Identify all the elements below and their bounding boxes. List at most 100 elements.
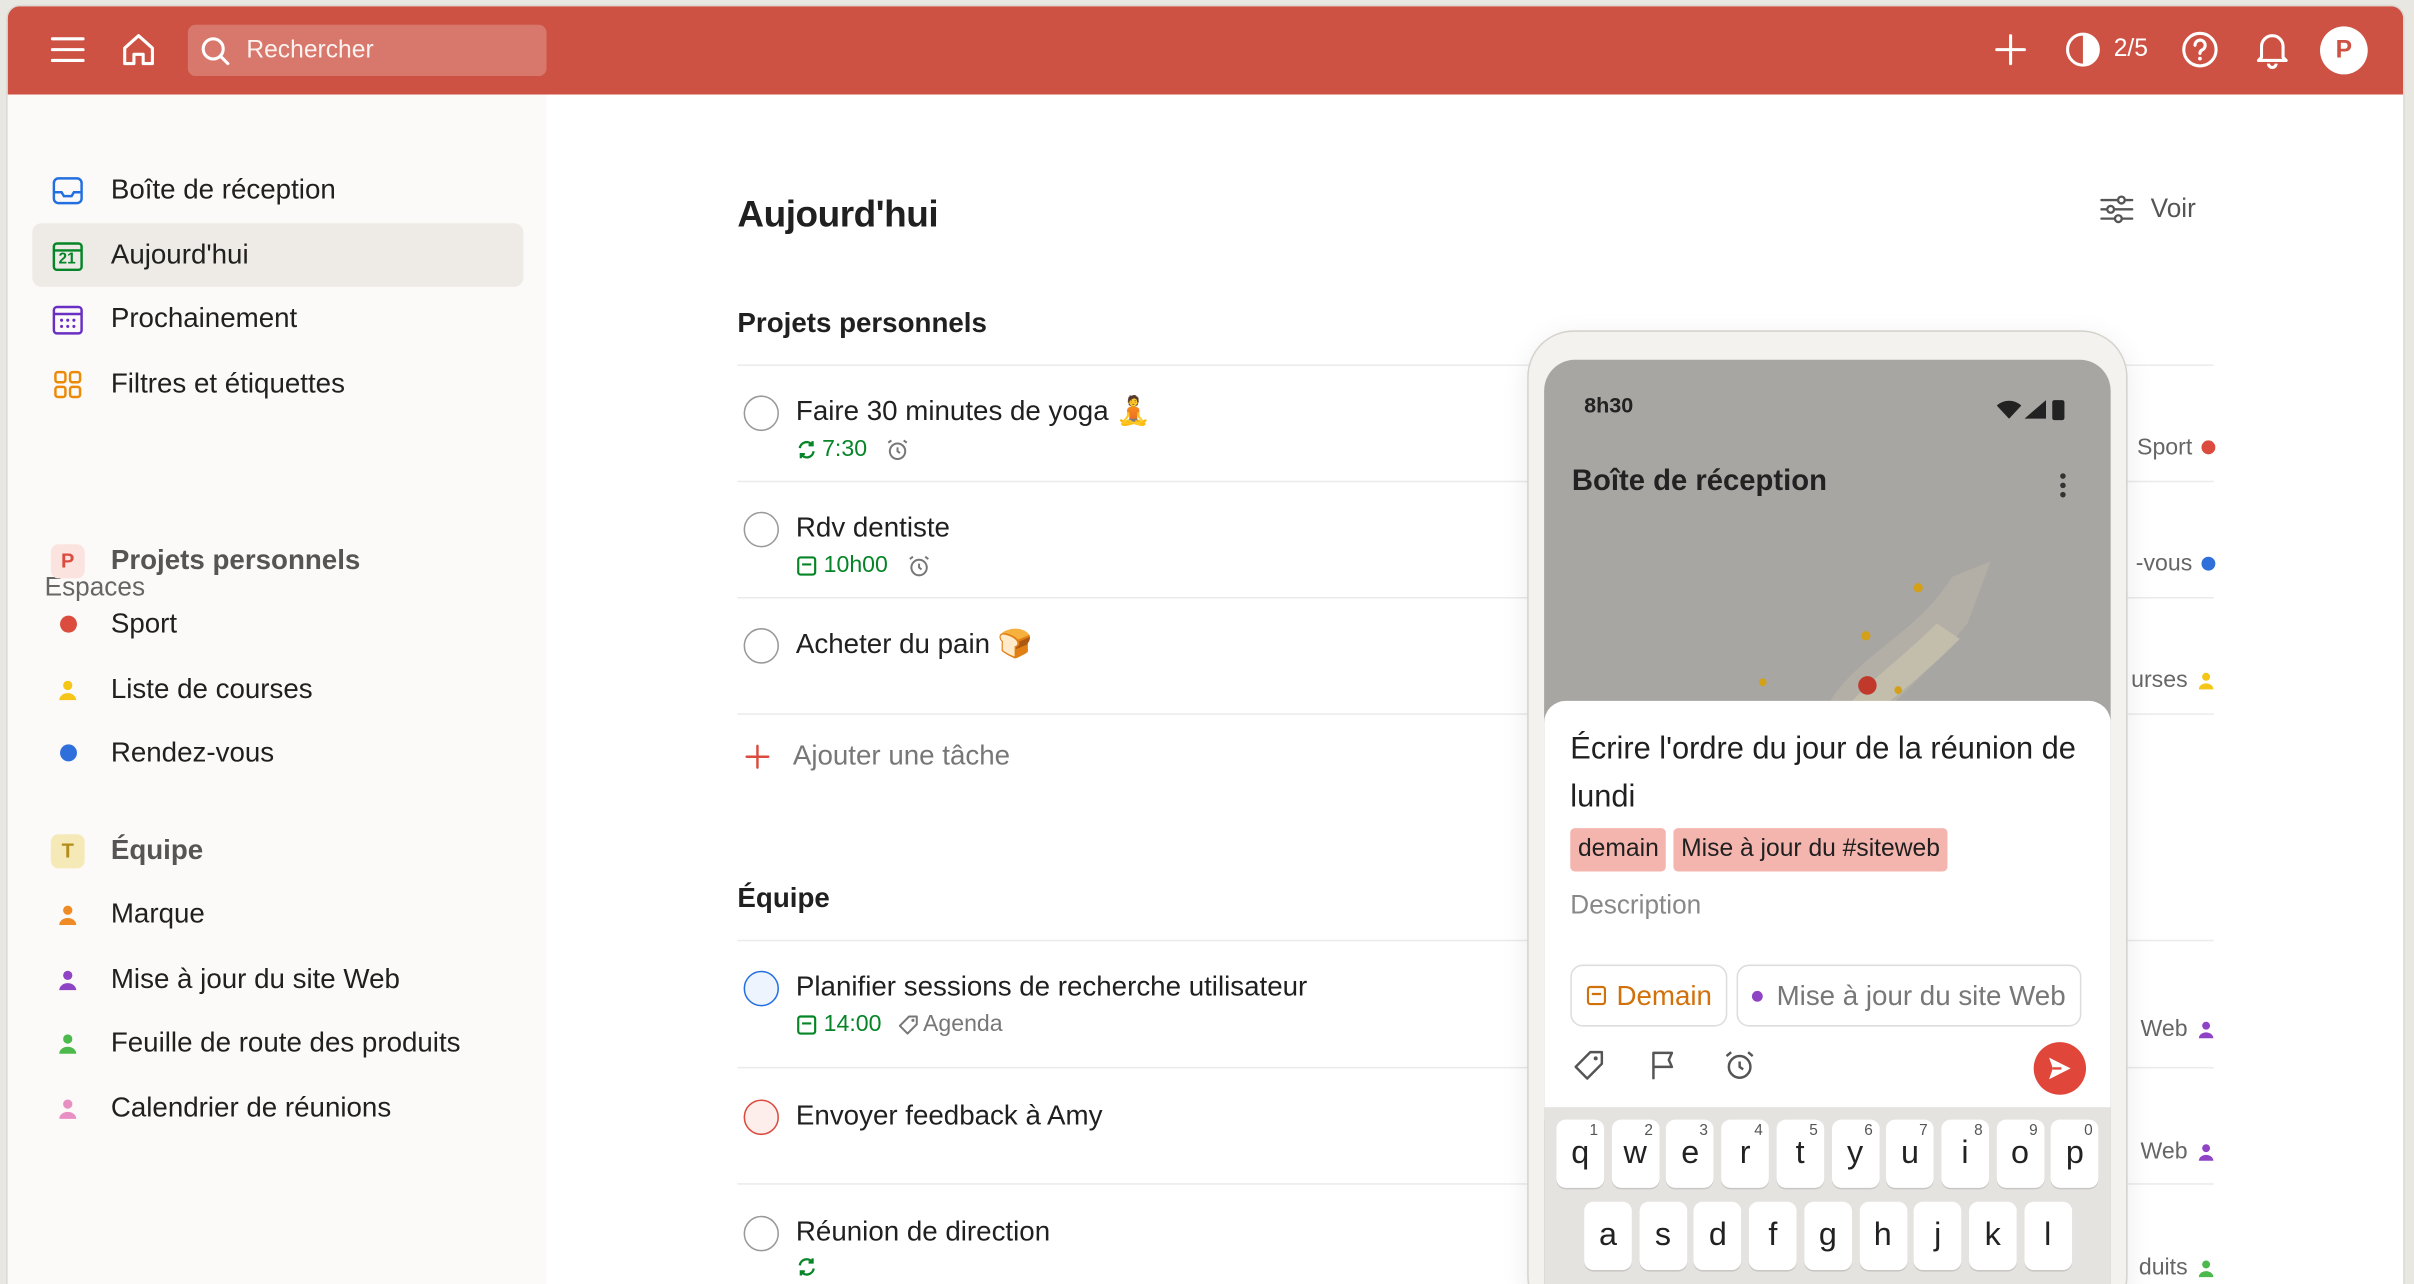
keyboard-key[interactable]: d: [1694, 1201, 1742, 1271]
calendar-icon: [1586, 985, 1607, 1006]
search-placeholder: Rechercher: [246, 36, 374, 63]
date-pill-label: Demain: [1616, 979, 1712, 1011]
sidebar-project-shopping[interactable]: Liste de courses: [32, 657, 523, 721]
key-number-hint: 3: [1699, 1122, 1708, 1140]
task-title: Rdv dentiste: [795, 511, 950, 543]
keyboard-key[interactable]: y6: [1831, 1119, 1879, 1188]
search-input[interactable]: Rechercher: [187, 24, 547, 76]
key-number-hint: 9: [2029, 1122, 2038, 1140]
home-icon[interactable]: [115, 26, 161, 73]
sidebar-project-brand[interactable]: Marque: [32, 882, 523, 946]
sidebar-item-label: Filtres et étiquettes: [110, 367, 345, 399]
keyboard-key[interactable]: i8: [1941, 1119, 1989, 1188]
sidebar-item-filters[interactable]: Filtres et étiquettes: [32, 352, 523, 416]
top-bar: Rechercher 2/5 P: [7, 6, 2404, 95]
description-field[interactable]: Description: [1570, 890, 1701, 921]
task-checkbox[interactable]: [743, 970, 779, 1007]
keyboard-key[interactable]: p0: [2051, 1119, 2099, 1188]
task-title: Réunion de direction: [795, 1215, 1051, 1247]
wifi-icon: [1996, 400, 2022, 419]
task-checkbox[interactable]: [743, 1215, 779, 1252]
filters-icon: [51, 367, 85, 401]
sidebar-project-sport[interactable]: Sport: [32, 592, 523, 656]
task-title: Faire 30 minutes de yoga 🧘: [795, 395, 1151, 427]
send-icon: [2049, 1057, 2071, 1080]
status-time: 8h30: [1584, 392, 1634, 418]
notifications-icon[interactable]: [2249, 26, 2295, 73]
sidebar-project-roadmap[interactable]: Feuille de route des produits: [32, 1011, 523, 1075]
sidebar-item-upcoming[interactable]: Prochainement: [32, 287, 523, 351]
task-time: 14:00: [823, 1011, 882, 1038]
flag-icon[interactable]: [1644, 1045, 1684, 1085]
task-meta: 10h00: [796, 552, 931, 578]
more-vertical-icon[interactable]: [2058, 471, 2067, 499]
keyboard-key[interactable]: w2: [1611, 1119, 1660, 1188]
task-checkbox[interactable]: [743, 628, 779, 664]
date-chip[interactable]: demain: [1570, 828, 1667, 872]
keyboard-key[interactable]: l: [2023, 1201, 2072, 1271]
key-number-hint: 1: [1589, 1122, 1599, 1140]
project-pill[interactable]: Mise à jour du site Web: [1736, 964, 2082, 1027]
task-checkbox[interactable]: [743, 395, 779, 432]
app-window: Rechercher 2/5 P Boîte de réception 21 A…: [7, 6, 2404, 1284]
keyboard-key[interactable]: q1: [1556, 1119, 1605, 1188]
send-button[interactable]: [2033, 1042, 2087, 1095]
sidebar-project-appointments[interactable]: Rendez-vous: [32, 721, 523, 785]
project-chip[interactable]: Mise à jour du #siteweb: [1673, 828, 1948, 872]
sidebar-project-website[interactable]: Mise à jour du site Web: [32, 947, 523, 1011]
sidebar-space-team[interactable]: T Équipe: [32, 819, 523, 883]
sidebar-item-label: Équipe: [110, 834, 204, 866]
task-title: Envoyer feedback à Amy: [795, 1099, 1103, 1131]
help-icon[interactable]: [2177, 26, 2223, 73]
keyboard-key[interactable]: s: [1639, 1201, 1687, 1271]
label-icon[interactable]: [1569, 1045, 1609, 1085]
keyboard-key[interactable]: k: [1968, 1201, 2017, 1271]
calendar-today-icon: 21: [51, 238, 85, 272]
task-meta: [796, 1256, 818, 1278]
date-pill[interactable]: Demain: [1570, 964, 1728, 1027]
keyboard-key[interactable]: o9: [1996, 1119, 2044, 1188]
task-project-label: duits: [2123, 1255, 2215, 1281]
keyboard-key[interactable]: a: [1584, 1201, 1632, 1271]
tag-icon: [898, 1014, 918, 1034]
person-icon: [51, 962, 85, 996]
sidebar-item-today[interactable]: 21 Aujourd'hui: [32, 223, 524, 287]
keyboard-key[interactable]: u7: [1886, 1119, 1934, 1188]
quick-add-task-input[interactable]: Écrire l'ordre du jour de la réunion de …: [1570, 726, 2078, 822]
sidebar-item-label: Feuille de route des produits: [110, 1026, 461, 1058]
page-title: Aujourd'hui: [737, 193, 939, 236]
task-project-label: urses: [2123, 667, 2215, 693]
sidebar-space-personal[interactable]: P Projets personnels: [32, 529, 523, 593]
sidebar-item-inbox[interactable]: Boîte de réception: [32, 158, 523, 222]
today-date-number: 21: [58, 250, 76, 268]
add-task-button[interactable]: Ajouter une tâche: [744, 739, 1011, 773]
task-checkbox[interactable]: [743, 1099, 779, 1136]
task-time: 7:30: [822, 435, 868, 463]
sidebar-item-label: Marque: [110, 897, 205, 929]
menu-icon[interactable]: [45, 26, 91, 73]
productivity-count[interactable]: 2/5: [2114, 36, 2148, 64]
add-task-icon[interactable]: [1987, 26, 2033, 73]
reminder-icon[interactable]: [1720, 1045, 1760, 1085]
task-checkbox[interactable]: [743, 511, 779, 548]
keyboard-key[interactable]: r4: [1721, 1119, 1770, 1188]
sidebar-project-meetings[interactable]: Calendrier de réunions: [32, 1076, 523, 1140]
phone-screen: 8h30 Boîte de réception Écrire l'ordre d…: [1544, 359, 2111, 1284]
person-icon: [51, 1026, 85, 1060]
keyboard-key[interactable]: e3: [1666, 1119, 1715, 1188]
keyboard-key[interactable]: h: [1858, 1201, 1907, 1271]
keyboard-key[interactable]: g: [1803, 1201, 1852, 1271]
add-task-label: Ajouter une tâche: [792, 739, 1011, 771]
keyboard-key[interactable]: f: [1749, 1201, 1797, 1271]
task-project-label: Sport: [2123, 434, 2216, 461]
sidebar: Boîte de réception 21 Aujourd'hui Procha…: [7, 94, 547, 1284]
productivity-icon[interactable]: [2060, 26, 2106, 73]
keyboard-key[interactable]: j: [1913, 1201, 1962, 1271]
section-title-personal: Projets personnels: [737, 307, 987, 339]
alarm-icon: [908, 555, 929, 576]
keyboard-key[interactable]: t5: [1776, 1119, 1824, 1188]
key-number-hint: 0: [2084, 1122, 2093, 1140]
task-project-label: -vous: [2123, 550, 2216, 577]
view-button[interactable]: Voir: [2098, 194, 2196, 225]
avatar[interactable]: P: [2320, 26, 2368, 75]
